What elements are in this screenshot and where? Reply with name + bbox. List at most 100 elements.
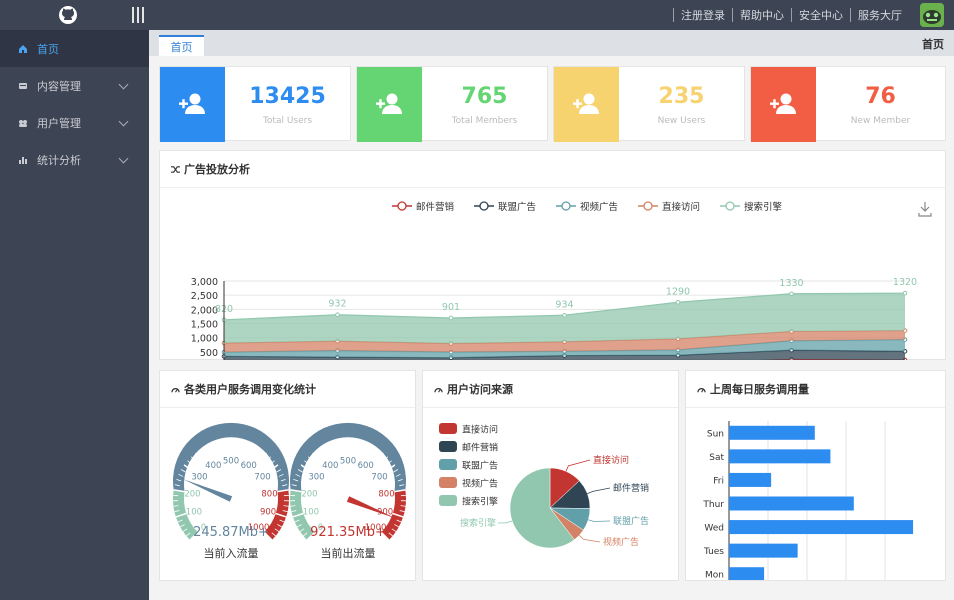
data-point bbox=[675, 299, 681, 305]
download-icon[interactable] bbox=[918, 202, 932, 217]
stat-value: 765 bbox=[461, 84, 508, 109]
link-register-login[interactable]: 注册登录 bbox=[681, 7, 725, 23]
top-links: 注册登录 帮助中心 安全中心 服务大厅 bbox=[666, 0, 902, 30]
avatar[interactable] bbox=[920, 3, 944, 27]
gauge-tick-label: 500 bbox=[223, 457, 239, 467]
gauge-tick-label: 200 bbox=[184, 489, 200, 499]
shuffle-icon bbox=[171, 165, 180, 173]
bar bbox=[729, 425, 815, 440]
gauge-tick bbox=[240, 441, 243, 448]
stat-value: 76 bbox=[865, 84, 896, 109]
gauge-tick-label: 600 bbox=[241, 461, 257, 471]
gauge-value: 245.87Mb+ bbox=[193, 525, 269, 540]
sidebar-item-stats[interactable]: 统计分析 bbox=[0, 141, 149, 178]
gauge-label: 当前出流量 bbox=[321, 546, 376, 560]
stat-label: Total Users bbox=[262, 116, 313, 126]
legend-label: 联盟广告 bbox=[462, 460, 498, 472]
top-bar: 注册登录 帮助中心 安全中心 服务大厅 bbox=[0, 0, 954, 30]
gauge-tick bbox=[326, 444, 329, 450]
legend-marker bbox=[643, 201, 653, 211]
legend-label: 直接访问 bbox=[662, 201, 700, 213]
gauge-tick bbox=[368, 446, 375, 458]
traffic-gauges: 0100200300400 500 6007008009001000245.87Mb… bbox=[173, 422, 406, 560]
menu-toggle-icon[interactable] bbox=[132, 7, 146, 23]
gauge-tick-label: 300 bbox=[308, 473, 324, 483]
bar bbox=[729, 449, 831, 464]
data-point bbox=[335, 312, 340, 318]
legend-item: 视频广告 bbox=[556, 201, 618, 213]
legend-marker bbox=[561, 201, 571, 211]
gauge-tick bbox=[250, 444, 253, 450]
stat-label: New Users bbox=[657, 116, 706, 126]
chevron-down-icon bbox=[118, 79, 129, 90]
gauge-tick bbox=[376, 449, 380, 455]
gauge-tick bbox=[336, 441, 339, 448]
data-point bbox=[789, 291, 794, 297]
data-point bbox=[448, 315, 454, 321]
legend-label: 直接访问 bbox=[462, 424, 498, 436]
sidebar-item-content[interactable]: 内容管理 bbox=[0, 67, 149, 104]
stat-icon-box bbox=[160, 67, 225, 142]
gauge-tick bbox=[259, 449, 263, 455]
y-tick-label: Sat bbox=[709, 453, 724, 463]
legend-item: 联盟广告 bbox=[474, 201, 536, 213]
tab-home[interactable]: 首页 bbox=[159, 35, 204, 56]
link-help-center[interactable]: 帮助中心 bbox=[740, 7, 784, 23]
gauge-tick bbox=[251, 446, 258, 458]
data-point bbox=[902, 290, 908, 296]
add-user-icon bbox=[770, 93, 796, 114]
sidebar-item-users[interactable]: 用户管理 bbox=[0, 104, 149, 141]
gauge-panel-title: 各类用户服务调用变化统计 bbox=[184, 383, 316, 396]
stat-card-new-users: 235 New Users bbox=[553, 66, 745, 142]
y-tick-label: Thur bbox=[702, 500, 724, 510]
source-panel: 用户访问来源 直接访问 邮件营销 联盟广告 视频广告 搜索引擎 直接访问 邮件营销 联盟广告视… bbox=[422, 370, 679, 581]
list-icon bbox=[19, 82, 27, 89]
bar bbox=[729, 567, 765, 582]
y-tick-label: Sun bbox=[707, 429, 724, 439]
sidebar: 首页 内容管理 用户管理 统计分析 bbox=[0, 30, 149, 600]
y-tick-label: 1,000 bbox=[191, 334, 218, 345]
gauge-tick-label: 700 bbox=[254, 473, 270, 483]
outbound-gauge: 0100200300400 500 6007008009001000921.35Mb… bbox=[290, 422, 406, 560]
legend-swatch bbox=[439, 495, 457, 506]
gauge-tick-label: 800 bbox=[378, 489, 394, 499]
legend-item: 搜索引擎 bbox=[720, 201, 783, 213]
gauge-tick-label: 600 bbox=[358, 461, 374, 471]
gauge-tick bbox=[383, 456, 388, 461]
legend-swatch bbox=[439, 441, 457, 452]
y-tick-label: Tues bbox=[703, 547, 724, 557]
legend-label: 视频广告 bbox=[462, 478, 498, 490]
y-tick-label: Fri bbox=[713, 476, 724, 486]
pie-label-line bbox=[587, 487, 611, 494]
gauge-tick bbox=[191, 456, 196, 461]
stat-value: 235 bbox=[658, 84, 705, 109]
link-service-hall[interactable]: 服务大厅 bbox=[858, 7, 902, 23]
gauge-tick bbox=[219, 441, 222, 448]
stat-icon-box bbox=[751, 67, 816, 142]
data-label: 1320 bbox=[893, 277, 917, 288]
legend-label: 视频广告 bbox=[580, 201, 618, 213]
home-icon bbox=[19, 44, 27, 53]
gauge-tick bbox=[321, 446, 328, 458]
stat-card-total-users: 13425 Total Users bbox=[159, 66, 351, 142]
legend-label: 联盟广告 bbox=[498, 201, 536, 213]
gauge-tick bbox=[204, 446, 211, 458]
gauge-tick bbox=[316, 449, 320, 455]
legend-label: 搜索引擎 bbox=[744, 201, 783, 213]
link-security-center[interactable]: 安全中心 bbox=[799, 7, 843, 23]
legend-marker bbox=[479, 201, 489, 211]
legend-marker bbox=[397, 201, 407, 211]
add-user-icon bbox=[573, 93, 599, 114]
data-label: 932 bbox=[328, 299, 346, 310]
gauge-tick-label: 800 bbox=[261, 489, 277, 499]
gauge-tick-label: 400 bbox=[322, 461, 338, 471]
github-icon[interactable] bbox=[56, 3, 80, 27]
bar bbox=[729, 496, 854, 511]
sidebar-item-home[interactable]: 首页 bbox=[0, 30, 149, 67]
legend-swatch bbox=[439, 459, 457, 470]
tab-bar: 首页 首页 bbox=[149, 30, 954, 56]
gauge-panel: 各类用户服务调用变化统计 0 100 200 300 400 500 600 700 800 90… bbox=[159, 370, 416, 581]
pie-label: 视频广告 bbox=[603, 536, 639, 548]
sidebar-item-label: 用户管理 bbox=[37, 116, 81, 130]
data-label: 901 bbox=[442, 302, 460, 313]
